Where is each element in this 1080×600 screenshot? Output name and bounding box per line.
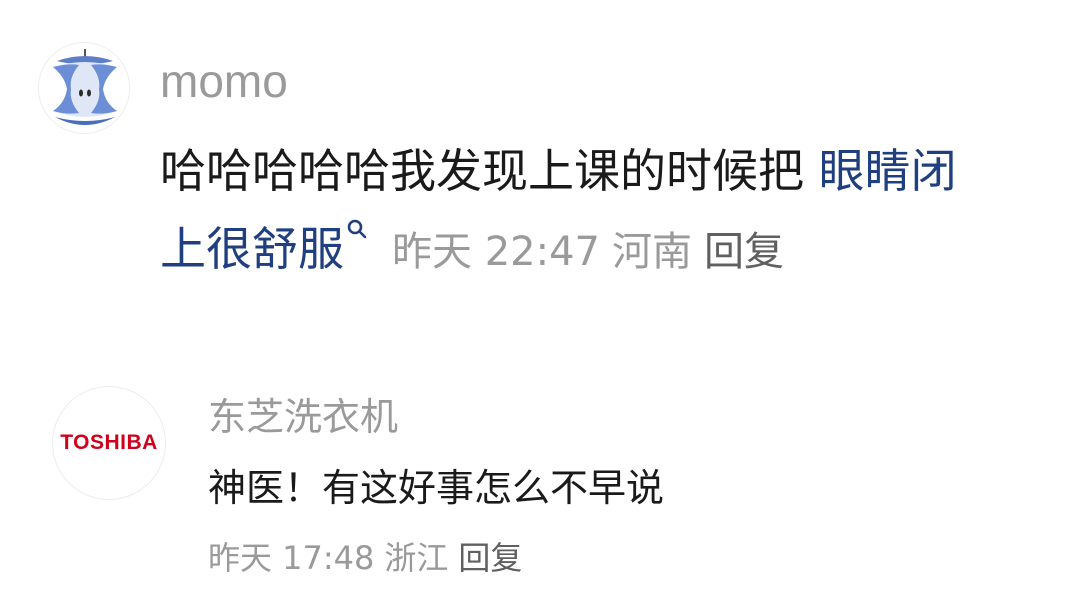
apple-core-icon xyxy=(39,43,129,133)
search-keyword-link[interactable]: 眼睛闭 xyxy=(819,144,957,198)
username[interactable]: 东芝洗衣机 xyxy=(208,392,398,442)
reply-button[interactable]: 回复 xyxy=(458,539,522,577)
comment-text: 哈哈哈哈哈我发现上课的时候把 眼睛闭 上很舒服 昨天 22:47 河南 回复 xyxy=(160,132,1070,291)
comment-location: 浙江 xyxy=(384,539,449,577)
username[interactable]: momo xyxy=(160,54,288,108)
comment-location: 河南 xyxy=(612,229,692,275)
search-keyword-link-continued[interactable]: 上很舒服 xyxy=(160,222,344,276)
avatar[interactable]: TOSHIBA xyxy=(52,386,166,500)
comment-body: 哈哈哈哈哈我发现上课的时候把 xyxy=(160,144,804,198)
toshiba-logo: TOSHIBA xyxy=(60,431,158,454)
search-icon[interactable] xyxy=(346,218,368,240)
reply-button[interactable]: 回复 xyxy=(704,229,784,275)
comment-meta: 昨天 22:47 河南 回复 xyxy=(392,229,796,275)
comment-time: 昨天 17:48 xyxy=(208,539,375,577)
comment-text: 神医！有这好事怎么不早说 xyxy=(208,466,665,510)
comment-meta: 昨天 17:48 浙江 回复 xyxy=(208,534,532,582)
comment-time: 昨天 22:47 xyxy=(392,229,600,275)
avatar[interactable] xyxy=(38,42,130,134)
